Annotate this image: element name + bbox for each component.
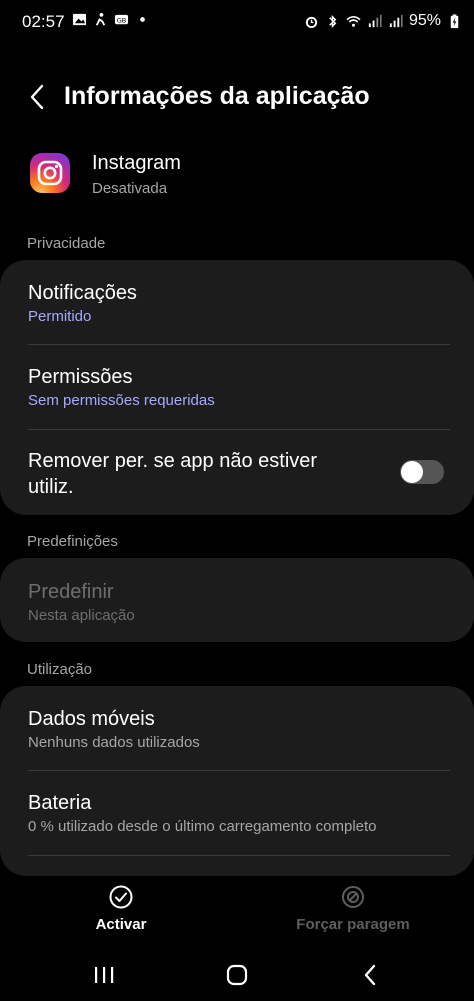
notifications-item[interactable]: Notificações Permitido	[28, 280, 450, 325]
alarm-icon	[305, 16, 318, 28]
mobile-data-item[interactable]: Dados móveis Nenhuns dados utilizados	[28, 706, 450, 751]
gallery-icon	[72, 13, 87, 26]
instagram-icon	[30, 153, 70, 193]
battery-percent: 95%	[408, 12, 441, 29]
defaults-card: Predefinir Nesta aplicação	[0, 558, 474, 642]
mobile-data-sub: Nenhuns dados utilizados	[28, 734, 200, 751]
chevron-left-icon	[30, 84, 44, 110]
mobile-data-title: Dados móveis	[28, 708, 155, 730]
back-button[interactable]	[22, 80, 52, 114]
recent-apps-button[interactable]	[84, 962, 124, 988]
permissions-item[interactable]: Permissões Sem permissões requeridas	[28, 364, 450, 409]
divider	[28, 344, 450, 345]
privacy-card: Notificações Permitido Permissões Sem pe…	[0, 260, 474, 515]
section-header-privacy: Privacidade	[27, 235, 106, 252]
svg-text:GB: GB	[117, 16, 127, 24]
status-left-icons: GB	[72, 12, 150, 27]
check-circle-icon	[109, 885, 133, 909]
remove-permissions-item[interactable]: Remover per. se app não estiver utiliz.	[28, 448, 384, 500]
remove-permissions-line2: utiliz.	[28, 476, 74, 498]
recent-apps-icon	[95, 967, 114, 983]
home-icon	[226, 964, 248, 986]
status-time: 02:57	[22, 12, 65, 31]
back-icon	[364, 964, 376, 986]
battery-item[interactable]: Bateria 0 % utilizado desde o último car…	[28, 790, 450, 835]
permissions-title: Permissões	[28, 366, 133, 388]
section-header-usage: Utilização	[27, 661, 93, 678]
signal-icon	[368, 14, 382, 27]
notifications-status: Permitido	[28, 308, 92, 325]
app-name: Instagram	[92, 152, 181, 174]
activate-label: Activar	[95, 916, 147, 933]
page-title: Informações da aplicação	[64, 82, 370, 110]
status-right: 95%	[304, 12, 462, 30]
gb-icon: GB	[114, 14, 129, 24]
block-icon	[342, 886, 364, 908]
divider	[28, 770, 450, 771]
dot-icon	[140, 17, 145, 22]
usage-card: Dados móveis Nenhuns dados utilizados Ba…	[0, 686, 474, 876]
notifications-title: Notificações	[28, 282, 137, 304]
home-button[interactable]	[217, 962, 257, 988]
remove-permissions-toggle[interactable]	[400, 460, 444, 484]
permissions-status: Sem permissões requeridas	[28, 392, 215, 409]
battery-title: Bateria	[28, 792, 92, 814]
activate-button[interactable]: Activar	[46, 884, 196, 933]
battery-sub: 0 % utilizado desde o último carregament…	[28, 818, 377, 835]
force-stop-label: Forçar paragem	[296, 916, 410, 933]
force-stop-button[interactable]: Forçar paragem	[278, 884, 428, 933]
remove-permissions-line1: Remover per. se app não estiver	[28, 450, 318, 472]
nav-back-button[interactable]	[350, 962, 390, 988]
activity-icon	[95, 12, 106, 26]
battery-icon	[450, 13, 459, 28]
wifi-icon	[346, 15, 361, 27]
set-default-title: Predefinir	[28, 581, 114, 603]
set-default-item[interactable]: Predefinir Nesta aplicação	[28, 579, 450, 624]
app-status: Desativada	[92, 180, 168, 197]
divider	[28, 429, 450, 430]
divider	[28, 855, 450, 856]
set-default-sub: Nesta aplicação	[28, 607, 135, 624]
section-header-defaults: Predefinições	[27, 533, 118, 550]
toggle-knob	[401, 461, 423, 483]
signal-icon-2	[389, 14, 403, 27]
bluetooth-icon	[329, 14, 337, 28]
